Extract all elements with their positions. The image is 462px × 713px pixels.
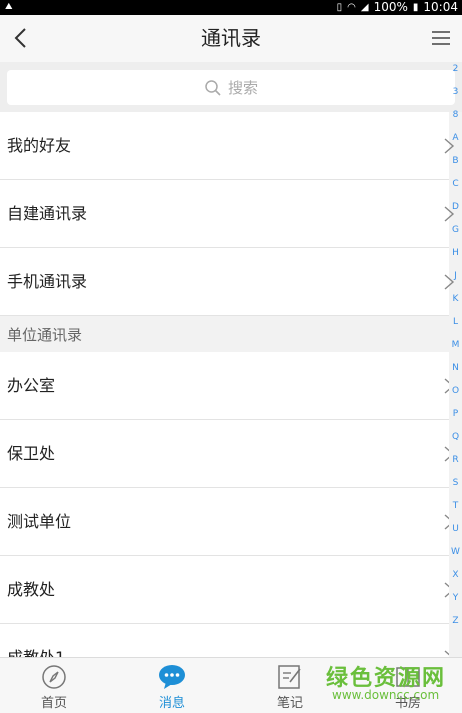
page-title: 通讯录 bbox=[201, 26, 261, 50]
section-header: 单位通讯录 bbox=[0, 318, 449, 352]
index-letter[interactable]: P bbox=[450, 409, 461, 419]
list-item-label: 自建通讯录 bbox=[7, 204, 88, 223]
index-letter[interactable]: L bbox=[450, 317, 461, 327]
index-letter[interactable]: 2 bbox=[450, 64, 461, 74]
status-time: 10:04 bbox=[423, 0, 458, 14]
battery-percent: 100% bbox=[373, 0, 408, 14]
watermark-url: www.downcc.com bbox=[332, 688, 440, 702]
index-letter[interactable]: A bbox=[450, 133, 461, 143]
signal-icon: ◢ bbox=[360, 2, 369, 13]
unit-contact-list: 办公室 保卫处 测试单位 成教处 成教处1 bbox=[0, 352, 449, 657]
index-letter[interactable]: S bbox=[450, 478, 461, 488]
index-letter[interactable]: R bbox=[450, 455, 461, 465]
list-item[interactable]: 保卫处 bbox=[0, 420, 449, 488]
index-letter[interactable]: B bbox=[450, 156, 461, 166]
list-item[interactable]: 成教处1 bbox=[0, 624, 449, 657]
index-letter[interactable]: 8 bbox=[450, 110, 461, 120]
list-item[interactable]: 办公室 bbox=[0, 352, 449, 420]
list-item-label: 成教处 bbox=[7, 580, 56, 599]
alphabet-index-bar[interactable]: 2 3 8 A B C D G H J K L M N O P Q R S T U W X Y Z bbox=[449, 62, 462, 658]
list-item-label: 测试单位 bbox=[7, 512, 72, 531]
vibrate-icon: ▯ bbox=[336, 2, 343, 13]
index-letter[interactable]: D bbox=[450, 202, 461, 212]
search-area: 搜索 bbox=[0, 62, 462, 112]
status-icons: ▯ ◠ ◢ 100% ▮ 10:04 bbox=[337, 0, 458, 15]
index-letter[interactable]: G bbox=[450, 225, 461, 235]
hamburger-menu-icon bbox=[432, 31, 450, 45]
list-item-my-friends[interactable]: 我的好友 bbox=[0, 112, 455, 180]
index-letter[interactable]: Q bbox=[450, 432, 461, 442]
index-letter[interactable]: 3 bbox=[450, 87, 461, 97]
menu-button[interactable] bbox=[430, 27, 452, 49]
index-letter[interactable]: H bbox=[450, 248, 461, 258]
index-letter[interactable]: K bbox=[450, 294, 461, 304]
status-bar: ⛰ ▯ ◠ ◢ 100% ▮ 10:04 bbox=[0, 0, 462, 15]
tab-label: 消息 bbox=[158, 696, 185, 711]
index-letter[interactable]: J bbox=[450, 271, 461, 281]
index-letter[interactable]: Y bbox=[450, 593, 461, 603]
list-item-custom-contacts[interactable]: 自建通讯录 bbox=[0, 180, 455, 248]
index-letter[interactable]: N bbox=[450, 363, 461, 373]
tab-messages[interactable]: 消息 bbox=[118, 658, 233, 713]
list-item-label: 办公室 bbox=[7, 376, 56, 395]
nav-bar: 通讯录 bbox=[0, 15, 462, 62]
wifi-icon: ◠ bbox=[347, 2, 356, 13]
index-letter[interactable]: O bbox=[450, 386, 461, 396]
chat-bubble-icon bbox=[158, 663, 186, 691]
list-item-phone-contacts[interactable]: 手机通讯录 bbox=[0, 248, 455, 316]
battery-icon: ▮ bbox=[412, 2, 419, 13]
compass-icon bbox=[40, 663, 68, 691]
notification-icon: ⛰ bbox=[5, 2, 13, 12]
index-letter[interactable]: X bbox=[450, 570, 461, 580]
search-input[interactable]: 搜索 bbox=[7, 70, 455, 105]
list-item-label: 成教处1 bbox=[7, 624, 65, 657]
index-letter[interactable]: C bbox=[450, 179, 461, 189]
contact-group-list: 我的好友 自建通讯录 手机通讯录 bbox=[0, 112, 455, 316]
tab-home[interactable]: 首页 bbox=[0, 658, 115, 713]
search-icon bbox=[205, 79, 221, 96]
list-item-label: 保卫处 bbox=[7, 444, 56, 463]
list-item-label: 手机通讯录 bbox=[7, 272, 88, 291]
index-letter[interactable]: U bbox=[450, 524, 461, 534]
tab-label: 首页 bbox=[40, 696, 67, 711]
index-letter[interactable]: T bbox=[450, 501, 461, 511]
index-letter[interactable]: W bbox=[450, 547, 461, 557]
watermark: 绿色资源网 www.downcc.com bbox=[326, 660, 446, 710]
list-item-label: 我的好友 bbox=[7, 136, 72, 155]
search-placeholder: 搜索 bbox=[227, 79, 258, 97]
note-edit-icon bbox=[276, 663, 304, 691]
index-letter[interactable]: M bbox=[450, 340, 461, 350]
list-item[interactable]: 成教处 bbox=[0, 556, 449, 624]
index-letter[interactable]: Z bbox=[450, 616, 461, 626]
list-item[interactable]: 测试单位 bbox=[0, 488, 449, 556]
